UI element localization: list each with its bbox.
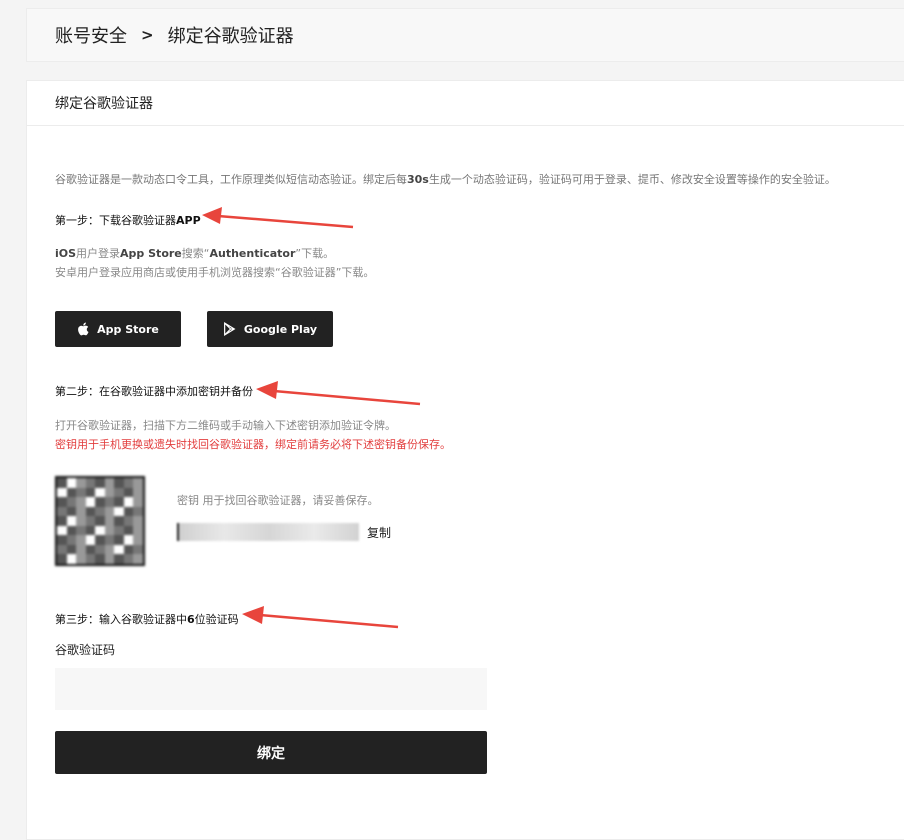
bind-button[interactable]: 绑定	[55, 731, 487, 774]
card-title: 绑定谷歌验证器	[27, 81, 904, 126]
google-code-label: 谷歌验证码	[55, 643, 116, 657]
secret-key-hint: 密钥 用于找回谷歌验证器，请妥善保存。	[177, 494, 379, 507]
app-store-button[interactable]: App Store	[55, 311, 181, 347]
step3-title: 第三步：输入谷歌验证器中6位验证码	[55, 613, 239, 626]
step1-title: 第一步：下载谷歌验证器APP	[55, 214, 201, 227]
step2-title: 第二步：在谷歌验证器中添加密钥并备份	[55, 385, 253, 398]
step2-warning: 密钥用于手机更换或遗失时找回谷歌验证器，绑定前请务必将下述密钥备份保存。	[55, 438, 451, 451]
step2-instruction: 打开谷歌验证器，扫描下方二维码或手动输入下述密钥添加验证令牌。	[55, 419, 396, 432]
copy-secret-button[interactable]: 复制	[367, 524, 391, 541]
breadcrumb-parent-link[interactable]: 账号安全	[55, 22, 127, 48]
secret-key-row: 复制	[177, 523, 391, 541]
app-store-label: App Store	[97, 322, 159, 336]
qr-code	[55, 476, 145, 566]
apple-icon	[78, 322, 89, 336]
breadcrumb-current: 绑定谷歌验证器	[167, 26, 294, 47]
google-play-icon	[223, 322, 236, 336]
google-play-button[interactable]: Google Play	[207, 311, 333, 347]
secret-key-value	[177, 523, 359, 541]
google-code-input[interactable]	[55, 668, 487, 710]
breadcrumb-separator: >	[141, 26, 154, 44]
authenticator-description: 谷歌验证器是一款动态口令工具，工作原理类似短信动态验证。绑定后每30s生成一个动…	[55, 173, 836, 186]
step1-ios-instruction: iOS用户登录App Store搜索“Authenticator”下载。	[55, 247, 335, 260]
breadcrumb: 账号安全 > 绑定谷歌验证器	[26, 8, 904, 62]
bind-authenticator-card: 绑定谷歌验证器 谷歌验证器是一款动态口令工具，工作原理类似短信动态验证。绑定后每…	[26, 80, 904, 840]
step1-android-instruction: 安卓用户登录应用商店或使用手机浏览器搜索“谷歌验证器”下载。	[55, 266, 375, 279]
google-play-label: Google Play	[243, 322, 318, 336]
